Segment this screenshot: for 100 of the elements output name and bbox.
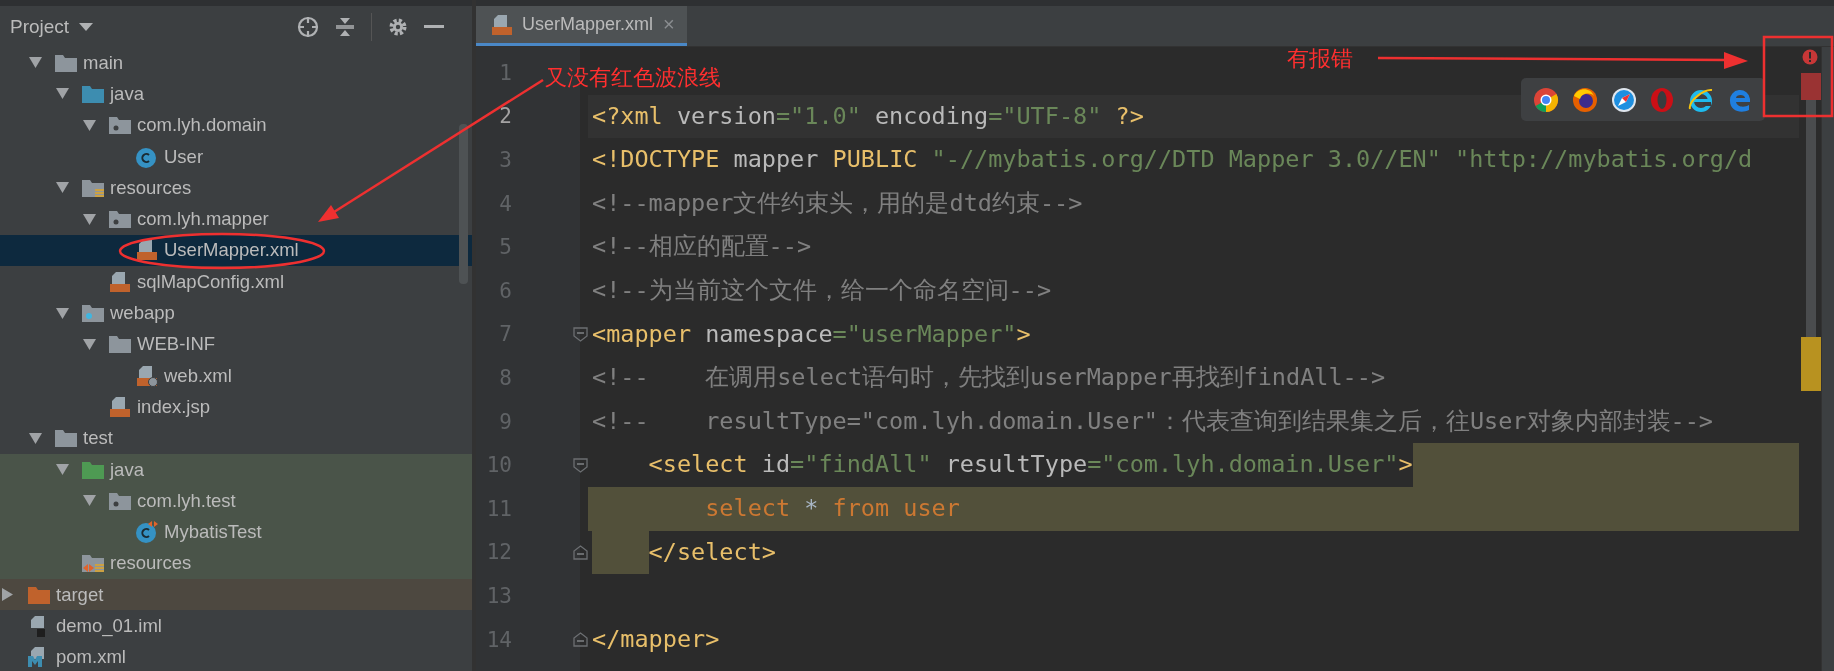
tree-item-label: com.lyh.mapper	[137, 208, 269, 231]
tree-item-label: index.jsp	[137, 395, 210, 418]
expand-arrow-icon[interactable]	[56, 307, 69, 319]
annotation-text: 又没有红色波浪线	[545, 64, 721, 92]
jsp-file-icon	[108, 395, 132, 418]
code-text: ="userMapper"	[832, 318, 1017, 350]
code-text: version	[675, 100, 776, 132]
expand-arrow-icon[interactable]	[83, 119, 96, 131]
tree-item-label: resources	[110, 176, 192, 199]
tree-item[interactable]: MybatisTest	[0, 516, 472, 548]
tree-item-label: web.xml	[164, 364, 232, 387]
tree-item-label: WEB-INF	[137, 333, 216, 356]
code-text: ="1.0"	[775, 100, 861, 132]
error-icon[interactable]	[1802, 49, 1818, 65]
tree-item[interactable]: main	[0, 47, 472, 79]
expand-arrow-icon[interactable]	[83, 213, 96, 225]
tree-item[interactable]: webapp	[0, 297, 472, 329]
collapse-icon[interactable]	[335, 15, 355, 38]
tree-item[interactable]: com.lyh.test	[0, 485, 472, 517]
tree-item[interactable]: sqlMapConfig.xml	[0, 266, 472, 298]
code-text: <mapper	[592, 318, 692, 350]
folder-icon	[81, 552, 105, 575]
package-icon	[108, 114, 132, 137]
fold-marker-icon[interactable]	[572, 326, 588, 342]
collapse-arrow-icon[interactable]	[2, 588, 13, 602]
tree-item-label: com.lyh.test	[137, 489, 236, 512]
xml-file-icon	[108, 270, 132, 293]
code-text: <!--mapper文件约束头，用的是dtd约束-->	[592, 187, 1083, 219]
tree-item[interactable]: WEB-INF	[0, 328, 472, 360]
code-text: "-//mybatis.org//DTD Mapper 3.0//EN" "http://mybatis.org/d	[930, 144, 1753, 176]
package-icon	[108, 208, 132, 231]
annotation-text: 有报错	[1287, 45, 1353, 73]
tree-item-label: sqlMapConfig.xml	[137, 270, 285, 293]
editor-tab[interactable]: UserMapper.xml ×	[476, 6, 687, 46]
caret-icon[interactable]	[79, 22, 94, 31]
expand-arrow-icon[interactable]	[56, 88, 69, 100]
code-text: ?>	[1114, 100, 1144, 132]
tree-item[interactable]: index.jsp	[0, 391, 472, 423]
tree-item[interactable]: test	[0, 422, 472, 454]
tree-item[interactable]: java	[0, 78, 472, 110]
tree-item-label: test	[83, 427, 113, 450]
scrollbar[interactable]	[1806, 100, 1816, 337]
code-text: namespace	[704, 318, 833, 350]
expand-arrow-icon[interactable]	[83, 338, 96, 350]
tree-item[interactable]: com.lyh.mapper	[0, 203, 472, 235]
code-text: encoding	[873, 100, 989, 132]
folder-icon	[81, 302, 105, 324]
target-icon[interactable]	[297, 15, 319, 38]
code-text: <!--为当前这个文件，给一个命名空间-->	[592, 274, 1052, 306]
code-text: <!-- 在调用select语句时，先找到userMapper再找到findAll-->	[592, 362, 1386, 394]
tree-item-label: java	[110, 458, 144, 481]
scrollbar[interactable]	[459, 124, 468, 284]
tree-item-label: UserMapper.xml	[164, 239, 299, 262]
tree-item-label: MybatisTest	[164, 521, 262, 544]
tree-item-label: resources	[110, 552, 192, 575]
code-text: ="com.lyh.domain.User"	[1087, 449, 1399, 481]
code-text: </select>	[648, 536, 776, 568]
tree-item-label: target	[56, 583, 104, 606]
tree-item[interactable]: pom.xml	[0, 641, 472, 671]
minimize-icon[interactable]	[424, 24, 444, 29]
code-text: <!--相应的配置-->	[592, 231, 812, 263]
expand-arrow-icon[interactable]	[56, 182, 69, 194]
expand-arrow-icon[interactable]	[56, 464, 69, 475]
code-text: id	[760, 449, 791, 481]
tree-item-label: main	[83, 51, 124, 74]
fold-end-marker-icon[interactable]	[572, 544, 588, 560]
code-text: </mapper>	[592, 623, 720, 655]
panel-title[interactable]: Project	[10, 15, 70, 38]
expand-arrow-icon[interactable]	[29, 57, 42, 69]
tree-item[interactable]: User	[0, 140, 472, 173]
xml-file-icon	[135, 239, 159, 262]
tree-item[interactable]: resources	[0, 547, 472, 580]
class-icon	[135, 145, 159, 168]
expand-arrow-icon[interactable]	[83, 495, 96, 507]
code-text: >	[1016, 318, 1031, 350]
tree-item[interactable]: UserMapper.xml	[0, 234, 472, 267]
code-text: select	[705, 492, 791, 524]
fold-marker-icon[interactable]	[572, 457, 588, 473]
tree-item[interactable]: resources	[0, 172, 472, 204]
error-marker[interactable]	[1801, 73, 1821, 100]
folder-icon	[54, 427, 78, 450]
code-text: <select	[648, 449, 748, 481]
warning-marker[interactable]	[1801, 337, 1821, 391]
code-text: >	[1398, 449, 1413, 481]
xml-file-icon	[135, 364, 159, 387]
tree-item[interactable]: java	[0, 453, 472, 486]
tree-item[interactable]: com.lyh.domain	[0, 109, 472, 141]
code-text: ="UTF-8"	[988, 100, 1102, 132]
settings-icon[interactable]	[388, 16, 408, 37]
class-icon	[135, 521, 159, 544]
tree-item[interactable]: target	[0, 579, 472, 611]
expand-arrow-icon[interactable]	[29, 432, 42, 444]
code-text: <!-- resultType="com.lyh.domain.User"：代表查询到结果集之后，往User对象内部封装-->	[592, 405, 1713, 437]
tree-item[interactable]: demo_01.iml	[0, 610, 472, 642]
code-text: *	[803, 492, 820, 524]
code-text: <!DOCTYPE	[592, 144, 720, 176]
code-text: <?xml	[592, 100, 663, 132]
tree-item[interactable]: web.xml	[0, 359, 472, 392]
fold-end-marker-icon[interactable]	[572, 632, 588, 647]
tree-item-label: com.lyh.domain	[137, 114, 267, 137]
